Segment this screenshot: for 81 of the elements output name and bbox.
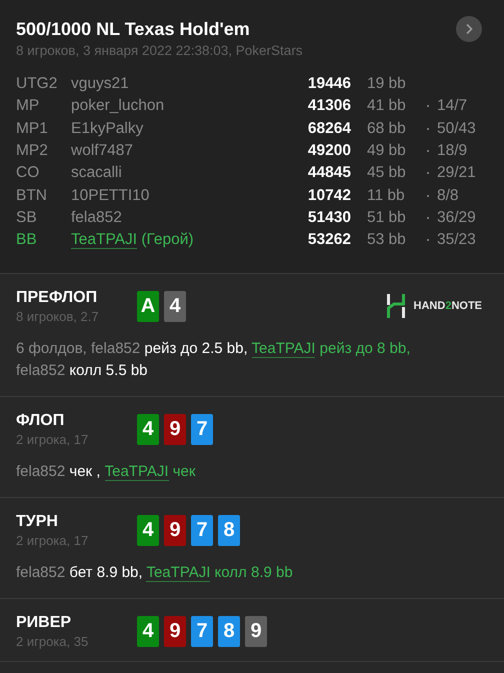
player-name: E1kyPalky xyxy=(71,120,144,137)
stack-value: 53262 xyxy=(306,231,351,250)
separator-dot xyxy=(427,239,429,242)
player-stats: 8/8 xyxy=(437,186,459,205)
stack-bb: 49 bb xyxy=(367,142,407,160)
street-name: РИВЕР xyxy=(16,613,72,634)
position-label: CO xyxy=(16,164,40,182)
stack-value: 44845 xyxy=(306,164,351,182)
playing-card: 9 xyxy=(164,515,186,546)
player-stats: 18/9 xyxy=(437,142,468,160)
stack-value: 51430 xyxy=(306,208,351,227)
stack-bb: 41 bb xyxy=(367,97,407,116)
stack-bb: 45 bb xyxy=(367,164,407,182)
street-name: ФЛОП xyxy=(16,411,66,432)
position-label: BTN xyxy=(16,186,48,205)
stack-value: 68264 xyxy=(306,120,351,138)
position-label: BB xyxy=(16,231,38,250)
stack-value: 49200 xyxy=(306,142,351,160)
action-line: 6 фолдов, fela852 рейз до 2.5 bb, TeaTPAJI рейз до 8 bb, fela852 колл 5.5 bb xyxy=(16,339,412,382)
position-label: UTG2 xyxy=(16,75,58,94)
player-name: fela852 xyxy=(71,208,122,226)
position-label: SB xyxy=(16,208,38,227)
player-name: vguys21 xyxy=(71,75,129,92)
stack-bb: 68 bb xyxy=(367,120,407,138)
playing-card: 4 xyxy=(164,291,186,322)
separator-dot xyxy=(427,172,429,174)
street-info: 2 игрока, 35 xyxy=(16,634,90,650)
logo-icon xyxy=(386,294,406,318)
street-name: ПРЕФЛОП xyxy=(16,288,98,308)
hand-subtitle: 8 игроков, 3 января 2022 22:38:03, PokerStars xyxy=(16,43,304,58)
separator-dot xyxy=(427,216,429,219)
player-stats: 50/43 xyxy=(437,120,476,138)
next-button[interactable] xyxy=(456,16,482,42)
street-info: 2 игрока, 17 xyxy=(16,432,90,448)
street-info: 8 игроков, 2.7 xyxy=(16,309,100,324)
playing-card: 9 xyxy=(164,414,186,446)
hero-label: (Герой) xyxy=(141,231,194,248)
playing-card: 7 xyxy=(191,414,213,446)
player-stats: 36/29 xyxy=(437,208,476,227)
action-line: fela852 чек , TeaTPAJI чек xyxy=(16,462,196,484)
separator-dot xyxy=(427,128,429,130)
street-info: 2 игрока, 17 xyxy=(16,533,90,548)
player-stats: 29/21 xyxy=(437,164,476,182)
separator-dot xyxy=(427,105,429,108)
playing-card: 9 xyxy=(245,616,267,648)
player-link[interactable]: TeaTPAJI xyxy=(252,340,316,358)
stack-bb: 19 bb xyxy=(367,75,407,94)
street-name: ТУРН xyxy=(16,512,59,532)
player-name: 10PETTI10 xyxy=(71,186,150,204)
playing-card: 8 xyxy=(218,515,240,546)
playing-card: 9 xyxy=(164,616,186,648)
position-label: MP2 xyxy=(16,142,49,160)
stack-bb: 51 bb xyxy=(367,208,407,227)
stack-bb: 53 bb xyxy=(367,231,407,250)
player-name: wolf7487 xyxy=(71,142,134,160)
stack-value: 10742 xyxy=(306,186,351,205)
player-link[interactable]: TeaTPAJI xyxy=(104,463,169,482)
playing-card: 7 xyxy=(191,515,213,546)
player-link[interactable]: TeaTPAJI xyxy=(146,564,210,582)
playing-card: 8 xyxy=(218,616,240,648)
hand-title: 500/1000 NL Texas Hold'em xyxy=(16,18,250,41)
chevron-right-icon xyxy=(464,23,474,35)
player-link[interactable]: TeaTPAJI xyxy=(71,231,138,250)
position-label: MP xyxy=(16,97,40,116)
playing-card: A xyxy=(137,291,159,322)
stack-value: 19446 xyxy=(306,75,351,94)
separator-dot xyxy=(427,194,429,197)
playing-card: 4 xyxy=(137,515,159,546)
stack-value: 41306 xyxy=(306,97,351,116)
separator-dot xyxy=(427,150,429,152)
player-name: poker_luchon xyxy=(71,97,164,114)
playing-card: 4 xyxy=(137,414,159,446)
player-name: scacalli xyxy=(71,164,122,182)
player-stats: 14/7 xyxy=(437,97,468,116)
action-line: fela852 бет 8.9 bb, TeaTPAJI колл 8.9 bb xyxy=(16,563,294,584)
logo-wordmark: HAND2NOTE xyxy=(414,300,482,312)
player-stats: 35/23 xyxy=(437,231,476,250)
playing-card: 7 xyxy=(191,616,213,648)
position-label: MP1 xyxy=(16,120,49,138)
stack-bb: 11 bb xyxy=(367,186,406,205)
playing-card: 4 xyxy=(137,616,159,648)
